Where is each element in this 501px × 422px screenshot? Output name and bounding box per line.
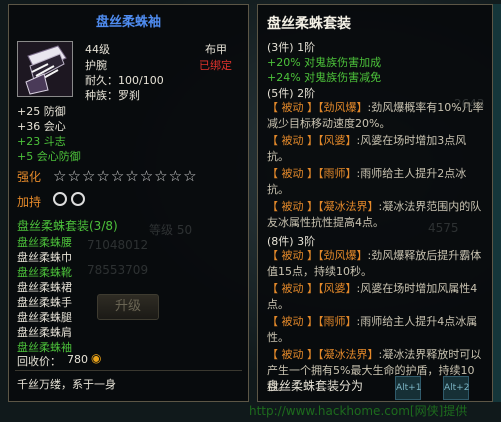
- tier-header: (8件) 3阶: [267, 235, 316, 248]
- set-piece: 盘丝柔蛛腿: [17, 311, 72, 324]
- set-piece: 盘丝柔蛛靴: [17, 266, 72, 279]
- passive-bonus: 【 被动 】【雨师】:雨师给主人提升4点冰属性。: [267, 315, 478, 344]
- set-piece: 盘丝柔蛛巾: [17, 251, 72, 264]
- set-footer: 盘丝柔蛛套装分为: [267, 379, 364, 393]
- stat-line: +36 会心: [17, 120, 66, 133]
- passive-bonus: 【 被动 】【风婆】:风婆在场时增加3点风抗。: [267, 134, 467, 163]
- set-header: 盘丝柔蛛套装(3/8): [17, 219, 118, 233]
- stat-line: +25 防御: [17, 105, 66, 118]
- item-level: 44级: [85, 43, 110, 56]
- enhance-label: 强化: [17, 170, 42, 184]
- star-icon: ☆: [81, 167, 96, 185]
- star-icon: ☆: [96, 167, 110, 185]
- item-title: 盘丝柔蛛袖: [95, 15, 161, 30]
- socket-slots: [53, 192, 89, 206]
- bracer-icon: [18, 42, 72, 96]
- star-icon: ☆: [168, 167, 183, 185]
- enhance-stars: ☆☆☆☆☆☆☆☆☆☆: [53, 167, 198, 185]
- scene-edge: [492, 4, 501, 402]
- star-icon: ☆: [154, 167, 168, 185]
- skill-slot[interactable]: Alt+2: [443, 376, 469, 400]
- empty-socket-icon: [71, 192, 85, 206]
- set-piece: 盘丝柔蛛腰: [17, 236, 72, 249]
- set-bonus-panel: 盘丝柔蛛套装 2643 4575 (3件) 1阶 +20% 对鬼族伤害加成 +2…: [257, 4, 493, 402]
- watermark: http://www.hackhome.com[网侠]提供: [249, 404, 468, 418]
- item-icon: [17, 41, 73, 97]
- passive-bonus: 【 被动 】【劲风爆】:劲风爆释放后提升霸体值15点，持续10秒。: [267, 249, 482, 278]
- stat-line: +5 会心防御: [17, 150, 81, 163]
- set-piece: 盘丝柔蛛手: [17, 296, 72, 309]
- star-icon: ☆: [125, 167, 139, 185]
- divider: [15, 370, 242, 371]
- stat-line: +23 斗志: [17, 135, 66, 148]
- upgrade-button[interactable]: 升级: [97, 294, 159, 320]
- passive-bonus: 【 被动 】【风婆】:风婆在场时增加风属性4点。: [267, 282, 478, 311]
- set-piece: 盘丝柔蛛裙: [17, 281, 72, 294]
- tier-bonus: +20% 对鬼族伤害加成: [267, 56, 382, 69]
- passive-bonus: 【 被动 】【劲风爆】:劲风爆概率有10%几率减少目标移动速度20%。: [267, 101, 484, 130]
- star-icon: ☆: [183, 167, 197, 185]
- item-tooltip-panel: 盘丝柔蛛袖 44级 布甲 护腕 已绑定 耐久：100/100 种族：罗刹 +25…: [8, 4, 249, 402]
- star-icon: ☆: [53, 167, 67, 185]
- skill-bar: Alt+1 Alt+2: [393, 376, 501, 400]
- bind-status: 已绑定: [199, 59, 232, 72]
- background-level: 等级 50: [149, 223, 193, 237]
- background-number: 71048012: [87, 238, 149, 252]
- set-piece: 盘丝柔蛛肩: [17, 326, 72, 339]
- tier-header: (5件) 2阶: [267, 87, 316, 100]
- item-slot: 护腕: [85, 59, 107, 72]
- buyback-label: 回收价：: [17, 355, 61, 368]
- star-icon: ☆: [110, 167, 125, 185]
- coin-icon: ◉: [91, 351, 102, 365]
- star-icon: ☆: [67, 167, 81, 185]
- passive-bonus: 【 被动 】【雨师】:雨师给主人提升2点冰抗。: [267, 167, 467, 196]
- set-title: 盘丝柔蛛套装: [267, 16, 351, 32]
- tier-bonus: +24% 对鬼族伤害减免: [267, 71, 382, 84]
- race: 种族：罗刹: [85, 89, 140, 102]
- flavor-text: 千丝万缕，系于一身: [17, 378, 116, 391]
- background-number: 78553709: [87, 263, 149, 277]
- tier-header: (3件) 1阶: [267, 41, 316, 54]
- armor-type: 布甲: [205, 43, 227, 56]
- buyback-value: 780: [67, 353, 88, 366]
- empty-socket-icon: [53, 192, 67, 206]
- skill-slot[interactable]: Alt+1: [395, 376, 421, 400]
- socket-label: 加持: [17, 195, 42, 209]
- passive-bonus: 【 被动 】【凝冰法界】:凝冰法界范围内的队友冰属性抗性提高4点。: [267, 200, 482, 229]
- durability: 耐久：100/100: [85, 74, 164, 87]
- star-icon: ☆: [139, 167, 154, 185]
